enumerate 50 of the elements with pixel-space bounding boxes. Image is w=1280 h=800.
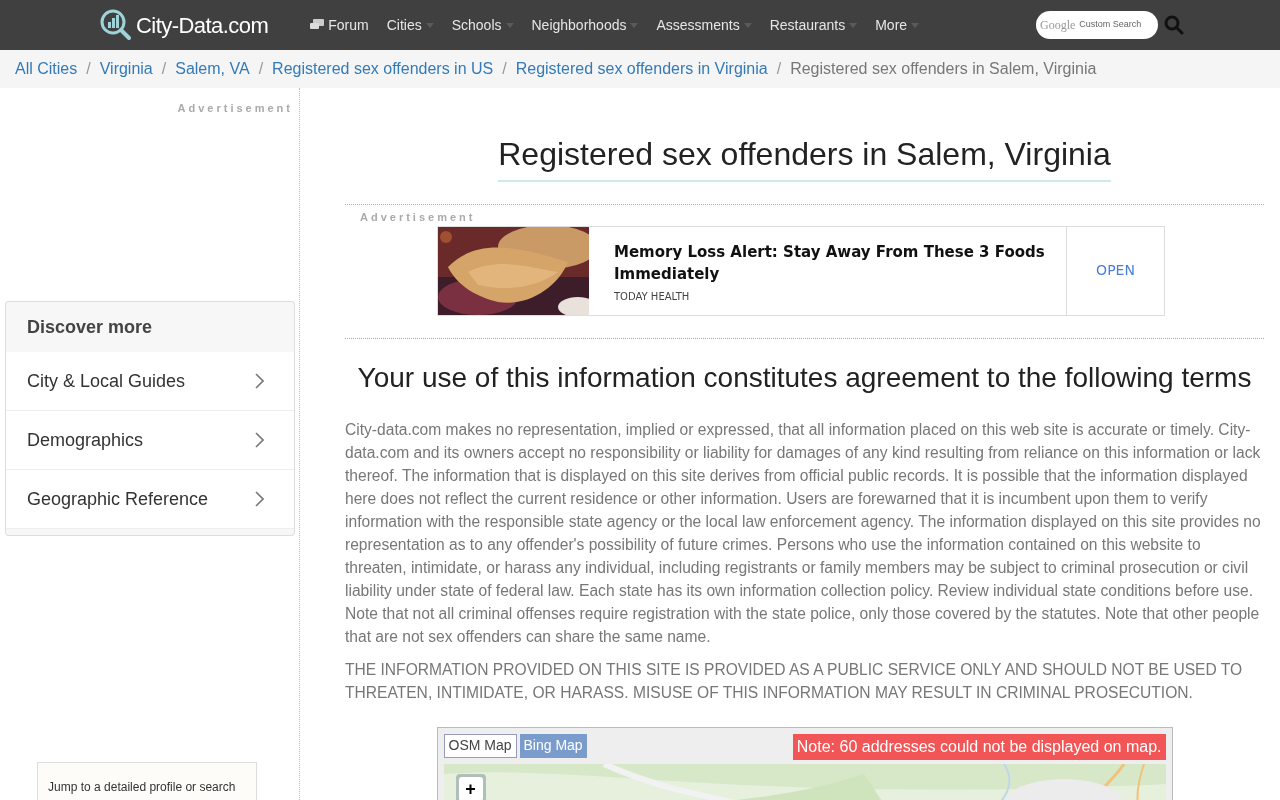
- ad-banner[interactable]: Memory Loss Alert: Stay Away From These 3 Foods Immediately TODAY HEALTH OPEN: [437, 225, 1165, 316]
- panel-title: Discover more: [26, 315, 154, 339]
- sidebar-link[interactable]: City & Local Guides: [6, 352, 294, 411]
- page-title: Registered sex offenders in Salem, Virginia: [498, 130, 1111, 182]
- ad-headline: Memory Loss Alert: Stay Away From These 3 Foods Immediately: [614, 241, 1046, 285]
- nav-link[interactable]: More: [871, 14, 924, 36]
- search-field[interactable]: Google Custom Search: [1036, 11, 1158, 39]
- sidebar-link[interactable]: Demographics: [6, 411, 294, 470]
- zoom-in-button[interactable]: +: [458, 776, 483, 800]
- magnifier-chart-icon: [100, 9, 132, 41]
- map-note: Note: 60 addresses could not be displayed on map.: [792, 733, 1166, 760]
- ad-source: TODAY HEALTH: [614, 289, 691, 304]
- nav-link[interactable]: Restaurants: [765, 14, 862, 36]
- breadcrumb-separator: /: [257, 59, 265, 79]
- breadcrumb-link[interactable]: All Cities: [15, 57, 78, 81]
- caret-icon: [743, 22, 752, 28]
- breadcrumb-separator: /: [160, 59, 168, 79]
- breadcrumb-separator: /: [775, 59, 783, 79]
- caret-icon: [505, 22, 514, 28]
- caret-icon: [911, 22, 920, 28]
- caret-icon: [425, 22, 434, 28]
- breadcrumb-current: Registered sex offenders in Salem, Virginia: [790, 59, 1097, 79]
- search-box-card: Jump to a detailed profile or search: [37, 762, 257, 800]
- search-icon[interactable]: [1164, 15, 1184, 35]
- sidebar-link[interactable]: Geographic Reference: [6, 470, 294, 529]
- breadcrumb-link[interactable]: Salem, VA: [175, 57, 250, 81]
- breadcrumb-link[interactable]: Registered sex offenders in Virginia: [515, 57, 768, 81]
- ad-label: Advertisement: [359, 210, 477, 225]
- chat-icon: [310, 19, 325, 31]
- map-tab[interactable]: OSM Map: [443, 733, 517, 758]
- nav-link[interactable]: Schools: [447, 14, 518, 36]
- breadcrumb-separator: /: [501, 59, 508, 79]
- nav-link[interactable]: Cities: [382, 14, 438, 36]
- disclaimer-text: City-data.com makes no representation, implied or expressed, that all information placed on this web site is accurate or timely. City-data.com and its owners accept no responsibility or liability for damages of any kind resulting from reliance on this information or lack thereof. The information that is displayed on this site derives from official public records. It is possible that the information displayed here does not reflect the current residence or other information. Users are forewarned that it is incumbent upon them to verify information with the responsible state agency or the local law enforcement agency. The information displayed on this site provides no representation as to any offender's possibility of future crimes. Persons who use the information contained on this website to threaten, intimidate, or harass any individual, including registrants or family members may be subject to criminal prosecution or civil liability under state of federal law. Each state has its own information collection policy. Review individual state conditions before use. Note that not all criminal offenses require registration with the state police, only those covered by the statutes. Note that other people that are not sex offenders can share the same name.: [345, 419, 1262, 647]
- nav-link[interactable]: Forum: [306, 14, 373, 36]
- section-heading: Your use of this information constitutes agreement to the following terms: [357, 360, 1252, 395]
- chevron-right-icon: [254, 432, 264, 448]
- breadcrumb-separator: /: [85, 59, 92, 79]
- disclaimer-text: THE INFORMATION PROVIDED ON THIS SITE IS PROVIDED AS A PUBLIC SERVICE ONLY AND SHOULD NOT BE USED TO THREATEN, INTIMIDATE, OR HARASS. MISUSE OF THIS INFORMATION MAY RESULT IN CRIMINAL PROSECUTION.: [345, 659, 1244, 703]
- breadcrumb-link[interactable]: Registered sex offenders in US: [272, 57, 494, 81]
- site-logo[interactable]: City-Data.com: [100, 8, 269, 42]
- chevron-right-icon: [254, 373, 264, 389]
- chevron-right-icon: [254, 491, 264, 507]
- nav-link[interactable]: Neighborhoods: [527, 14, 643, 36]
- caret-icon: [630, 22, 639, 28]
- caret-icon: [849, 22, 858, 28]
- ad-label: Advertisement: [176, 101, 294, 116]
- breadcrumb-link[interactable]: Virginia: [99, 57, 153, 81]
- open-button[interactable]: OPEN: [1066, 226, 1164, 315]
- nav-link[interactable]: Assessments: [652, 14, 756, 36]
